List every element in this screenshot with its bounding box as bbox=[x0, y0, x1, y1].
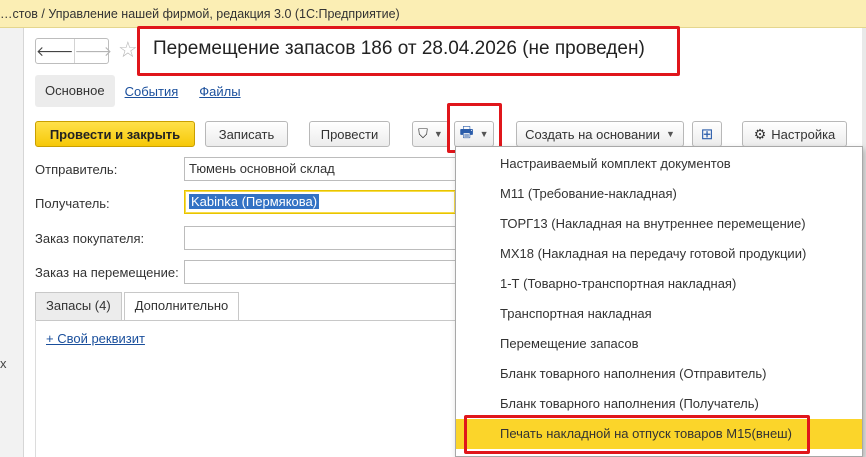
structure-icon: ⊞ bbox=[700, 126, 714, 143]
tab-stock[interactable]: Запасы (4) bbox=[35, 292, 122, 320]
chevron-down-icon: ▼ bbox=[479, 129, 489, 139]
recipient-value: Kabinka (Пермякова) bbox=[189, 194, 320, 209]
history-nav: 🡐 🡒 bbox=[35, 38, 112, 64]
filter-icon: ⛉ bbox=[418, 126, 428, 141]
settings-button[interactable]: ⚙ Настройка bbox=[742, 121, 847, 147]
menu-item-stock-transfer[interactable]: Перемещение запасов bbox=[456, 329, 862, 359]
chevron-down-icon: ▼ bbox=[433, 129, 443, 139]
window-title-bar: …стов / Управление нашей фирмой, редакци… bbox=[0, 0, 866, 28]
document-structure-button[interactable]: ⊞ bbox=[692, 121, 722, 147]
tab-additional[interactable]: Дополнительно bbox=[123, 292, 240, 321]
gear-icon: ⚙ bbox=[753, 125, 767, 142]
add-custom-attribute-link[interactable]: + Свой реквизит bbox=[46, 331, 145, 346]
post-button[interactable]: Провести bbox=[309, 121, 390, 147]
sender-value: Тюмень основной склад bbox=[189, 161, 335, 176]
details-tabs: Запасы (4) Дополнительно bbox=[35, 292, 241, 321]
forward-arrow-icon[interactable]: 🡒 bbox=[75, 39, 113, 63]
create-based-on-button[interactable]: Создать на основании ▼ bbox=[516, 121, 684, 147]
menu-item-m15-print[interactable]: Печать накладной на отпуск товаров М15(в… bbox=[456, 419, 862, 449]
print-forms-menu: Настраиваемый комплект документов М11 (Т… bbox=[455, 146, 863, 457]
menu-item-custom-doc-set[interactable]: Настраиваемый комплект документов bbox=[456, 149, 862, 179]
tab-panel-border bbox=[35, 320, 36, 457]
save-button[interactable]: Записать bbox=[205, 121, 288, 147]
printer-icon: 🖶 bbox=[459, 123, 474, 141]
recipient-field[interactable]: Kabinka (Пермякова) bbox=[184, 190, 456, 214]
post-and-close-button[interactable]: Провести и закрыть bbox=[35, 121, 195, 147]
menu-item-torg13[interactable]: ТОРГ13 (Накладная на внутреннее перемеще… bbox=[456, 209, 862, 239]
customer-order-label: Заказ покупателя: bbox=[35, 231, 145, 246]
chevron-down-icon: ▼ bbox=[665, 129, 675, 139]
menu-item-fill-form-recipient[interactable]: Бланк товарного наполнения (Получатель) bbox=[456, 389, 862, 419]
left-panel-edge: х bbox=[0, 28, 24, 457]
transfer-order-field[interactable] bbox=[184, 260, 456, 284]
tab-files[interactable]: Файлы bbox=[199, 84, 240, 99]
menu-item-m11[interactable]: М11 (Требование-накладная) bbox=[456, 179, 862, 209]
menu-item-fill-form-sender[interactable]: Бланк товарного наполнения (Отправитель) bbox=[456, 359, 862, 389]
favorite-star-icon[interactable]: ☆ bbox=[118, 37, 138, 63]
sender-field[interactable]: Тюмень основной склад bbox=[184, 157, 456, 181]
customer-order-field[interactable] bbox=[184, 226, 456, 250]
recipient-label: Получатель: bbox=[35, 196, 110, 211]
create-based-on-label: Создать на основании bbox=[525, 126, 660, 142]
settings-label: Настройка bbox=[771, 126, 836, 142]
post-and-close-label: Провести и закрыть bbox=[49, 126, 181, 142]
back-arrow-icon[interactable]: 🡐 bbox=[36, 39, 75, 63]
form-sections-tabs: Основное События Файлы bbox=[35, 75, 241, 107]
tab-main[interactable]: Основное bbox=[35, 75, 115, 107]
post-label: Провести bbox=[320, 126, 379, 142]
window-title: …стов / Управление нашей фирмой, редакци… bbox=[0, 7, 400, 21]
sender-label: Отправитель: bbox=[35, 162, 118, 177]
menu-item-1t[interactable]: 1-Т (Товарно-транспортная накладная) bbox=[456, 269, 862, 299]
menu-item-mx18[interactable]: МХ18 (Накладная на передачу готовой прод… bbox=[456, 239, 862, 269]
filter-dropdown-button[interactable]: ⛉ ▼ bbox=[412, 121, 449, 147]
tab-events[interactable]: События bbox=[125, 84, 179, 99]
print-dropdown-button[interactable]: 🖶 ▼ bbox=[454, 121, 494, 147]
save-label: Записать bbox=[218, 126, 275, 142]
left-panel-cut-text: х bbox=[0, 356, 7, 371]
document-title: Перемещение запасов 186 от 28.04.2026 (н… bbox=[153, 38, 645, 59]
menu-item-transport-waybill[interactable]: Транспортная накладная bbox=[456, 299, 862, 329]
transfer-order-label: Заказ на перемещение: bbox=[35, 265, 179, 280]
